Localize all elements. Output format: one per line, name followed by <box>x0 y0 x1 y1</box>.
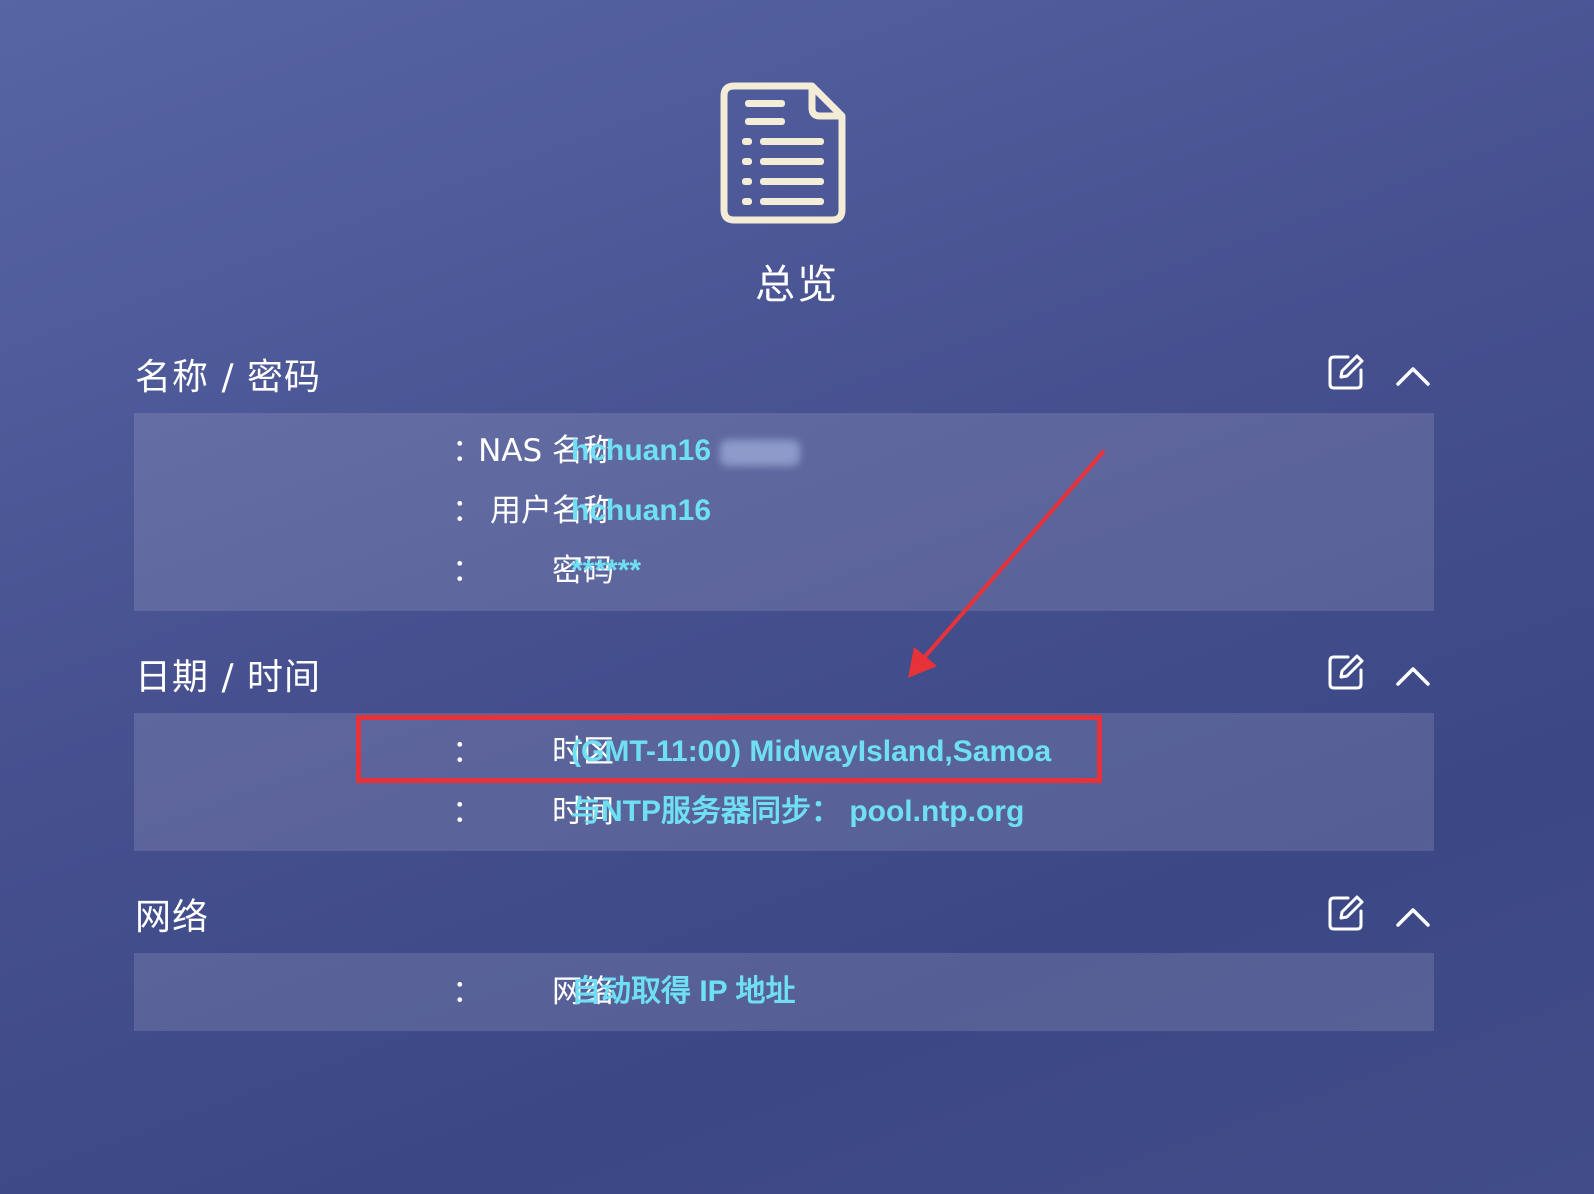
row-label: 时间 <box>552 794 614 830</box>
section-title-date-time: 日期 / 时间 <box>135 657 322 698</box>
redaction-blur <box>720 440 800 466</box>
edit-icon[interactable] <box>1326 652 1366 692</box>
info-row: 时间 ： 与NTP服务器同步： pool.ntp.org <box>134 789 1434 835</box>
info-row: 用户名称 ： hchuan16 <box>134 488 1434 534</box>
chevron-up-icon[interactable] <box>1393 656 1433 696</box>
document-list-icon <box>720 82 846 224</box>
row-label: 网络 <box>552 974 614 1010</box>
row-value: hchuan16 <box>571 494 712 527</box>
name-password-panel: NAS 名称 ： hchuan16 用户名称 ： hchuan16 密码 ： *… <box>134 413 1434 611</box>
info-row: 密码 ： ****** <box>134 548 1434 594</box>
chevron-up-icon[interactable] <box>1393 897 1433 937</box>
row-colon: ： <box>452 553 483 589</box>
annotation-highlight-box <box>356 715 1102 783</box>
row-label: NAS 名称 <box>478 433 614 469</box>
info-row: NAS 名称 ： hchuan16 <box>134 428 1434 474</box>
row-colon: ： <box>452 794 483 830</box>
page-title: 总览 <box>755 262 839 308</box>
row-label: 用户名称 <box>490 493 614 529</box>
edit-icon[interactable] <box>1326 352 1366 392</box>
row-value: 与NTP服务器同步： pool.ntp.org <box>571 795 1025 828</box>
row-value: 自动取得 IP 地址 <box>571 975 796 1008</box>
network-panel: 网络 ： 自动取得 IP 地址 <box>134 953 1434 1031</box>
chevron-up-icon[interactable] <box>1393 356 1433 396</box>
edit-icon[interactable] <box>1326 893 1366 933</box>
section-title-name-password: 名称 / 密码 <box>135 357 322 398</box>
row-value: hchuan16 <box>571 434 712 467</box>
row-colon: ： <box>452 974 483 1010</box>
row-label: 密码 <box>552 553 614 589</box>
row-colon: ： <box>452 433 483 469</box>
info-row: 网络 ： 自动取得 IP 地址 <box>134 969 1434 1015</box>
row-colon: ： <box>452 493 483 529</box>
row-value: ****** <box>571 554 642 587</box>
section-title-network: 网络 <box>135 897 210 938</box>
